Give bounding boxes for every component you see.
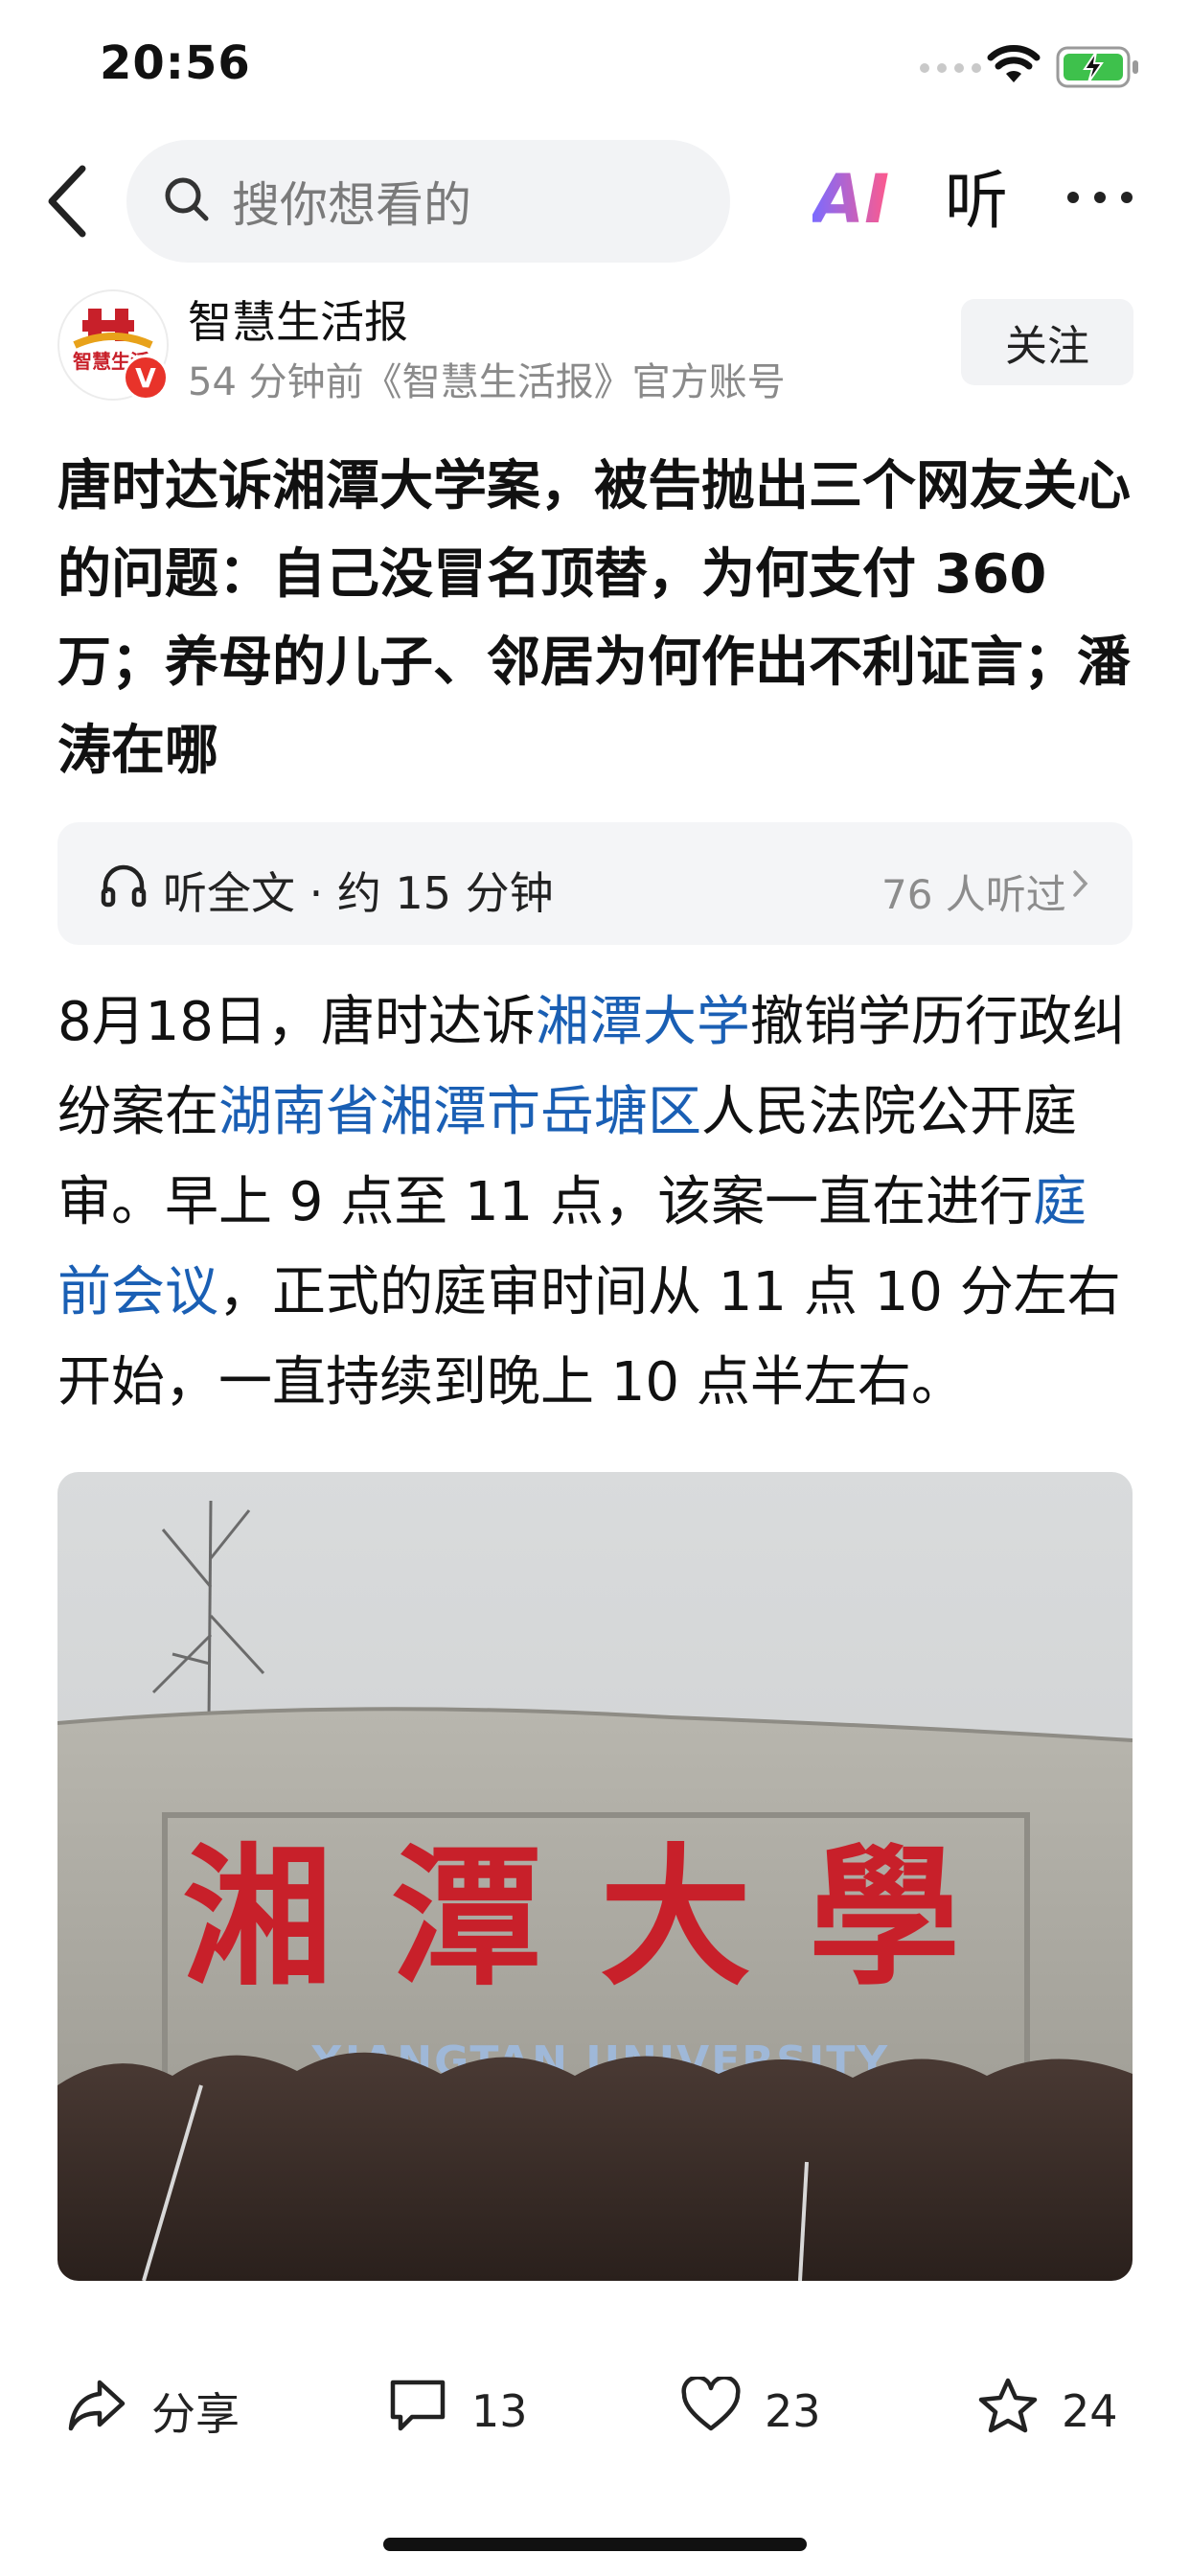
topic-link-xiangtan-university[interactable]: 湘潭大学 [536, 991, 750, 1053]
back-icon[interactable] [40, 161, 94, 245]
share-icon [67, 2377, 128, 2445]
verified-badge-icon: V [123, 355, 169, 401]
comment-icon [387, 2377, 448, 2445]
favorite-count: 24 [1062, 2384, 1118, 2437]
wifi-icon [987, 44, 1041, 90]
listen-duration-label: 听全文 · 约 15 分钟 [163, 867, 554, 919]
headphones-icon [100, 861, 148, 912]
favorite-button[interactable]: 24 [977, 2377, 1118, 2445]
ai-button[interactable]: AI [812, 161, 889, 238]
search-icon [163, 175, 211, 227]
topic-link-yuetang-district[interactable]: 湖南省湘潭市岳塘区 [218, 1081, 701, 1143]
follow-button[interactable]: 关注 [961, 299, 1133, 385]
heart-icon [680, 2375, 742, 2445]
star-icon [977, 2377, 1039, 2445]
chevron-right-icon [1071, 866, 1090, 909]
listen-count: 76 人听过 [881, 871, 1066, 918]
comment-count: 13 [471, 2384, 528, 2437]
listen-button[interactable]: 听 [945, 163, 1008, 240]
like-count: 23 [765, 2384, 821, 2437]
author-name[interactable]: 智慧生活报 [188, 288, 408, 351]
more-options-icon[interactable] [1067, 192, 1133, 203]
sign-chinese-text: 湘潭大學 [182, 1829, 1018, 2007]
author-meta: 54 分钟前《智慧生活报》官方账号 [188, 360, 786, 404]
article-body: 8月18日，唐时达诉湘潭大学撤销学历行政纠纷案在湖南省湘潭市岳塘区人民法院公开庭… [57, 978, 1140, 1428]
share-label: 分享 [151, 2387, 240, 2440]
comment-button[interactable]: 13 [387, 2377, 528, 2445]
like-button[interactable]: 23 [680, 2375, 821, 2445]
article-title: 唐时达诉湘潭大学案，被告抛出三个网友关心的问题：自己没冒名顶替，为何支付 360… [57, 455, 1131, 782]
search-placeholder: 搜你想看的 [232, 177, 471, 233]
article-photo[interactable]: 湘潭大學 XIANGTAN UNIVERSITY [57, 1472, 1133, 2281]
status-time: 20:56 [100, 36, 251, 90]
share-button[interactable]: 分享 [67, 2377, 240, 2445]
battery-charging-icon [1056, 46, 1140, 92]
search-bar[interactable]: 搜你想看的 [126, 140, 730, 263]
cellular-signal-icon [920, 63, 981, 73]
home-indicator[interactable] [383, 2538, 807, 2551]
body-text: 8月18日，唐时达诉 [57, 991, 536, 1053]
